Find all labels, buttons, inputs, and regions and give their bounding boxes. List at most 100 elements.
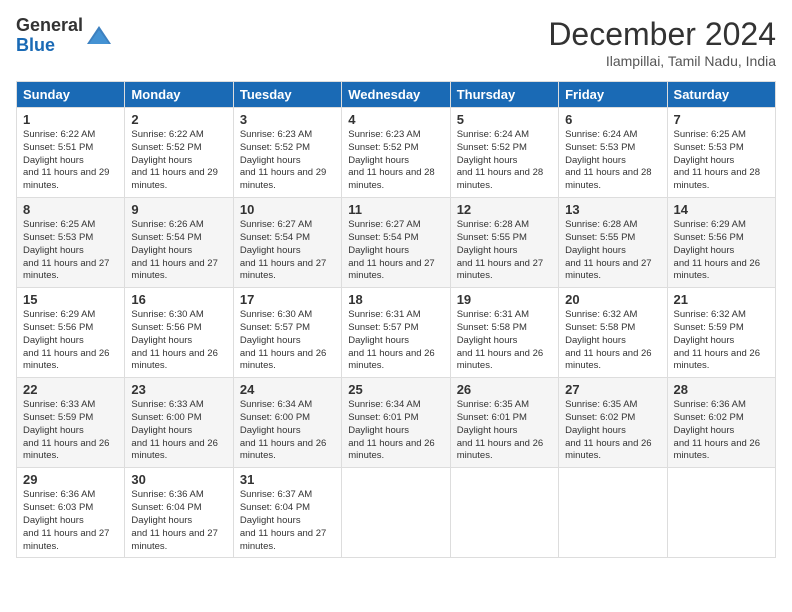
col-wednesday: Wednesday	[342, 82, 450, 108]
title-block: December 2024 Ilampillai, Tamil Nadu, In…	[548, 16, 776, 69]
day-info: Sunrise: 6:23 AMSunset: 5:52 PMDaylight …	[348, 129, 443, 193]
calendar-header-row: Sunday Monday Tuesday Wednesday Thursday…	[17, 82, 776, 108]
col-friday: Friday	[559, 82, 667, 108]
day-info: Sunrise: 6:34 AMSunset: 6:01 PMDaylight …	[348, 399, 443, 463]
day-info: Sunrise: 6:35 AMSunset: 6:01 PMDaylight …	[457, 399, 552, 463]
day-number: 17	[240, 292, 335, 307]
table-row: 21Sunrise: 6:32 AMSunset: 5:59 PMDayligh…	[667, 288, 775, 378]
table-row	[342, 468, 450, 558]
table-row: 24 Sunrise: 6:34 AMSunset: 6:00 PMDayligh…	[233, 378, 341, 468]
table-row: 18 Sunrise: 6:31 AMSunset: 5:57 PMDayligh…	[342, 288, 450, 378]
day-info: Sunrise: 6:24 AMSunset: 5:52 PMDaylight …	[457, 129, 552, 193]
day-info: Sunrise: 6:32 AMSunset: 5:58 PMDaylight …	[565, 309, 660, 373]
day-info: Sunrise: 6:36 AMSunset: 6:03 PMDaylight …	[23, 489, 118, 553]
location-text: Ilampillai, Tamil Nadu, India	[548, 53, 776, 69]
table-row: 7 Sunrise: 6:25 AMSunset: 5:53 PMDaylight…	[667, 108, 775, 198]
day-info: Sunrise: 6:37 AMSunset: 6:04 PMDaylight …	[240, 489, 335, 553]
day-number: 13	[565, 202, 660, 217]
table-row: 28 Sunrise: 6:36 AMSunset: 6:02 PMDayligh…	[667, 378, 775, 468]
day-info: Sunrise: 6:34 AMSunset: 6:00 PMDaylight …	[240, 399, 335, 463]
col-thursday: Thursday	[450, 82, 558, 108]
logo-blue-text: Blue	[16, 36, 83, 56]
table-row: 16 Sunrise: 6:30 AMSunset: 5:56 PMDayligh…	[125, 288, 233, 378]
logo-general-text: General	[16, 16, 83, 36]
table-row: 4 Sunrise: 6:23 AMSunset: 5:52 PMDaylight…	[342, 108, 450, 198]
table-row: 10Sunrise: 6:27 AMSunset: 5:54 PMDayligh…	[233, 198, 341, 288]
day-number: 6	[565, 112, 660, 127]
day-number: 11	[348, 202, 443, 217]
day-info: Sunrise: 6:25 AMSunset: 5:53 PMDaylight …	[674, 129, 769, 193]
day-info: Sunrise: 6:24 AMSunset: 5:53 PMDaylight …	[565, 129, 660, 193]
day-number: 18	[348, 292, 443, 307]
calendar-week-row: 22Sunrise: 6:33 AMSunset: 5:59 PMDayligh…	[17, 378, 776, 468]
table-row: 13 Sunrise: 6:28 AMSunset: 5:55 PMDayligh…	[559, 198, 667, 288]
table-row: 30 Sunrise: 6:36 AMSunset: 6:04 PMDayligh…	[125, 468, 233, 558]
page-header: General Blue December 2024 Ilampillai, T…	[16, 16, 776, 69]
day-info: Sunrise: 6:30 AMSunset: 5:57 PMDaylight …	[240, 309, 335, 373]
day-info: Sunrise: 6:31 AMSunset: 5:57 PMDaylight …	[348, 309, 443, 373]
calendar-table: Sunday Monday Tuesday Wednesday Thursday…	[16, 81, 776, 558]
day-info: Sunrise: 6:33 AMSunset: 6:00 PMDaylight …	[131, 399, 226, 463]
day-info: Sunrise: 6:31 AMSunset: 5:58 PMDaylight …	[457, 309, 552, 373]
day-number: 1	[23, 112, 118, 127]
table-row: 9Sunrise: 6:26 AMSunset: 5:54 PMDaylight…	[125, 198, 233, 288]
table-row: 23 Sunrise: 6:33 AMSunset: 6:00 PMDayligh…	[125, 378, 233, 468]
day-number: 20	[565, 292, 660, 307]
day-info: Sunrise: 6:28 AMSunset: 5:55 PMDaylight …	[457, 219, 552, 283]
day-info: Sunrise: 6:29 AMSunset: 5:56 PMDaylight …	[23, 309, 118, 373]
day-number: 25	[348, 382, 443, 397]
table-row: 19 Sunrise: 6:31 AMSunset: 5:58 PMDayligh…	[450, 288, 558, 378]
day-number: 3	[240, 112, 335, 127]
month-title: December 2024	[548, 16, 776, 53]
day-info: Sunrise: 6:33 AMSunset: 5:59 PMDaylight …	[23, 399, 118, 463]
day-number: 5	[457, 112, 552, 127]
day-info: Sunrise: 6:25 AMSunset: 5:53 PMDaylight …	[23, 219, 118, 283]
table-row: 14 Sunrise: 6:29 AMSunset: 5:56 PMDayligh…	[667, 198, 775, 288]
day-number: 7	[674, 112, 769, 127]
day-number: 19	[457, 292, 552, 307]
day-info: Sunrise: 6:36 AMSunset: 6:04 PMDaylight …	[131, 489, 226, 553]
day-number: 24	[240, 382, 335, 397]
day-info: Sunrise: 6:36 AMSunset: 6:02 PMDaylight …	[674, 399, 769, 463]
calendar-week-row: 1 Sunrise: 6:22 AMSunset: 5:51 PMDaylight…	[17, 108, 776, 198]
day-info: Sunrise: 6:27 AMSunset: 5:54 PMDaylight …	[348, 219, 443, 283]
day-number: 15	[23, 292, 118, 307]
day-info: Sunrise: 6:30 AMSunset: 5:56 PMDaylight …	[131, 309, 226, 373]
day-number: 28	[674, 382, 769, 397]
table-row: 8 Sunrise: 6:25 AMSunset: 5:53 PMDaylight…	[17, 198, 125, 288]
day-info: Sunrise: 6:32 AMSunset: 5:59 PMDaylight …	[674, 309, 769, 373]
day-number: 29	[23, 472, 118, 487]
day-number: 16	[131, 292, 226, 307]
table-row: 17 Sunrise: 6:30 AMSunset: 5:57 PMDayligh…	[233, 288, 341, 378]
day-number: 23	[131, 382, 226, 397]
day-number: 14	[674, 202, 769, 217]
day-number: 30	[131, 472, 226, 487]
calendar-week-row: 15 Sunrise: 6:29 AMSunset: 5:56 PMDayligh…	[17, 288, 776, 378]
table-row: 15 Sunrise: 6:29 AMSunset: 5:56 PMDayligh…	[17, 288, 125, 378]
day-info: Sunrise: 6:23 AMSunset: 5:52 PMDaylight …	[240, 129, 335, 193]
table-row	[559, 468, 667, 558]
day-number: 12	[457, 202, 552, 217]
day-info: Sunrise: 6:22 AMSunset: 5:52 PMDaylight …	[131, 129, 226, 193]
day-info: Sunrise: 6:29 AMSunset: 5:56 PMDaylight …	[674, 219, 769, 283]
logo: General Blue	[16, 16, 113, 56]
day-number: 31	[240, 472, 335, 487]
day-info: Sunrise: 6:35 AMSunset: 6:02 PMDaylight …	[565, 399, 660, 463]
table-row: 11 Sunrise: 6:27 AMSunset: 5:54 PMDayligh…	[342, 198, 450, 288]
col-monday: Monday	[125, 82, 233, 108]
table-row: 3 Sunrise: 6:23 AMSunset: 5:52 PMDaylight…	[233, 108, 341, 198]
col-saturday: Saturday	[667, 82, 775, 108]
table-row: 1 Sunrise: 6:22 AMSunset: 5:51 PMDaylight…	[17, 108, 125, 198]
table-row: 27 Sunrise: 6:35 AMSunset: 6:02 PMDayligh…	[559, 378, 667, 468]
day-number: 4	[348, 112, 443, 127]
day-number: 27	[565, 382, 660, 397]
calendar-week-row: 8 Sunrise: 6:25 AMSunset: 5:53 PMDaylight…	[17, 198, 776, 288]
day-info: Sunrise: 6:26 AMSunset: 5:54 PMDaylight …	[131, 219, 226, 283]
day-info: Sunrise: 6:28 AMSunset: 5:55 PMDaylight …	[565, 219, 660, 283]
calendar-week-row: 29 Sunrise: 6:36 AMSunset: 6:03 PMDayligh…	[17, 468, 776, 558]
day-info: Sunrise: 6:27 AMSunset: 5:54 PMDaylight …	[240, 219, 335, 283]
day-info: Sunrise: 6:22 AMSunset: 5:51 PMDaylight …	[23, 129, 118, 193]
day-number: 8	[23, 202, 118, 217]
table-row: 12 Sunrise: 6:28 AMSunset: 5:55 PMDayligh…	[450, 198, 558, 288]
table-row: 2Sunrise: 6:22 AMSunset: 5:52 PMDaylight…	[125, 108, 233, 198]
